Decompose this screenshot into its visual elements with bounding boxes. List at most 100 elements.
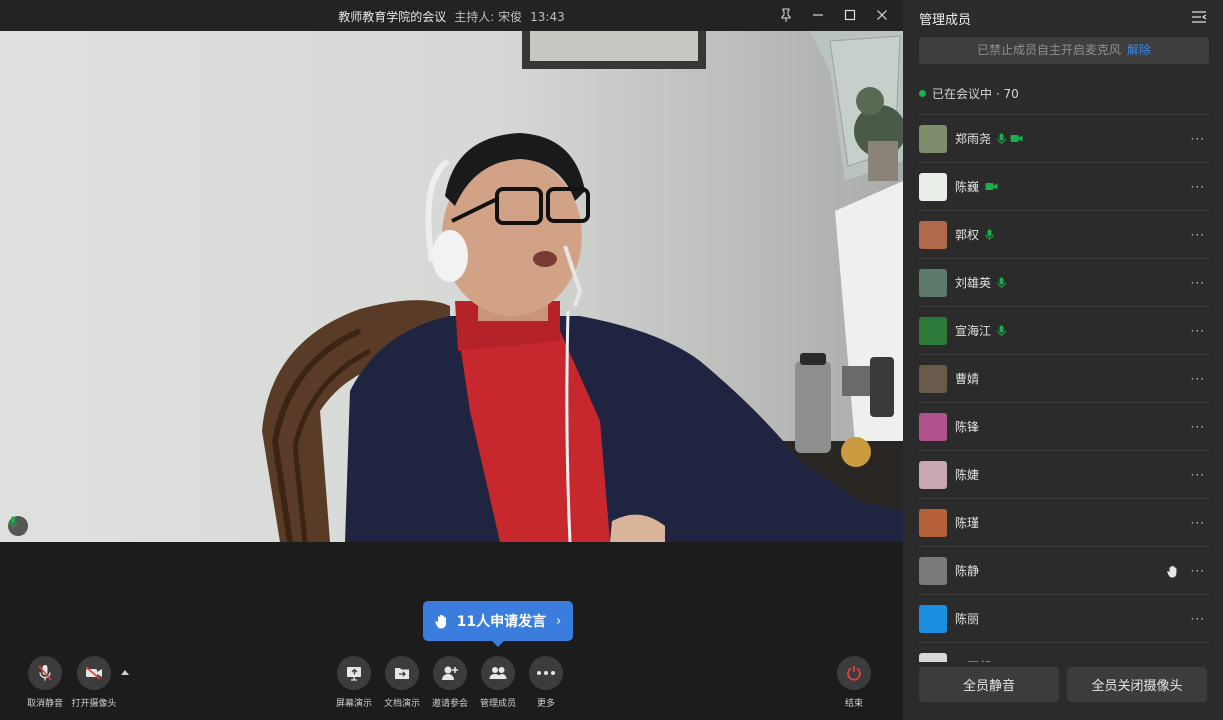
meeting-time: 13:43 [530,10,565,24]
mute-all-button[interactable]: 全员静音 [919,667,1059,702]
member-more-button[interactable]: ··· [1191,228,1205,242]
member-status-icons [985,229,994,241]
speaker-video-frame [0,31,903,542]
member-row[interactable]: 丁正邦 ··· [919,642,1209,662]
mic-on-icon [997,133,1006,144]
member-status-icons [997,277,1006,289]
avatar [919,268,947,297]
mic-muted-icon [38,665,52,681]
mic-restriction-notice: 已禁止成员自主开启麦克风 解除 [919,37,1209,64]
member-row[interactable]: 郭权 ··· [919,210,1209,258]
more-horizontal-icon [537,671,555,675]
in-meeting-count: 已在会议中 · 70 [919,85,1019,102]
more-button[interactable]: 更多 [518,656,574,709]
unmute-label: 取消静音 [26,699,63,709]
mic-restriction-text: 已禁止成员自主开启麦克风 [976,43,1121,57]
member-row[interactable]: 郑雨尧 ··· [919,114,1209,162]
member-row[interactable]: 陈丽 ··· [919,594,1209,642]
mic-on-icon [997,325,1006,336]
camera-options-caret-icon[interactable] [121,670,129,675]
close-button[interactable] [867,4,897,26]
meeting-info: 教师教育学院的会议 主持人: 宋俊 13:43 [0,8,903,25]
member-more-button[interactable]: ··· [1191,612,1205,626]
online-status-dot [919,90,926,97]
video-feed [0,31,903,542]
hand-icon [434,614,446,628]
member-name: 宣海江 [955,324,992,338]
raise-hand-count-text: 11人申请发言 [456,614,547,630]
avatar [919,412,947,441]
power-icon [847,666,861,681]
end-meeting-label: 结束 [844,699,863,709]
member-row[interactable]: 刘雄英 ··· [919,258,1209,306]
speaker-mic-indicator [8,516,28,536]
avatar [919,556,947,585]
collapse-panel-button[interactable] [1191,9,1207,28]
end-meeting-button[interactable]: 结束 [826,656,882,709]
maximize-button[interactable] [835,4,865,26]
member-name: 陈瑾 [955,516,980,530]
document-share-icon [395,668,409,679]
panel-collapse-icon [1192,11,1207,23]
manage-members-panel: 管理成员 已禁止成员自主开启麦克风 解除 已在会议中 · 70 郑雨尧 ··· 陈巍 ·… [903,0,1223,720]
member-name: 郭权 [955,228,980,242]
minimize-icon [813,14,823,16]
member-more-button[interactable]: ··· [1191,564,1205,578]
member-name: 陈巍 [955,180,980,194]
mic-on-icon [997,277,1006,288]
mic-on-icon [985,229,994,240]
member-more-button[interactable]: ··· [1191,660,1205,662]
panel-title: 管理成员 [919,13,972,28]
screen-share-icon [347,666,361,681]
member-row[interactable]: 陈巍 ··· [919,162,1209,210]
turn-off-all-cameras-button[interactable]: 全员关闭摄像头 [1067,667,1207,702]
minimize-button[interactable] [803,4,833,26]
camera-label: 打开摄像头 [71,699,117,709]
member-more-button[interactable]: ··· [1191,468,1205,482]
avatar [919,652,947,662]
host-label: 主持人: 宋俊 [454,10,523,24]
camera-on-icon [1010,135,1023,142]
member-more-button[interactable]: ··· [1191,276,1205,290]
member-row[interactable]: 陈静 ··· [919,546,1209,594]
member-more-button[interactable]: ··· [1191,420,1205,434]
member-more-button[interactable]: ··· [1191,180,1205,194]
unmute-button[interactable]: 取消静音 [17,656,73,709]
member-name: 陈婕 [955,468,980,482]
add-user-icon [442,666,458,680]
meeting-area: 教师教育学院的会议 主持人: 宋俊 13:43 11人申请发言 › 取消静音 打… [0,0,903,720]
member-status-icons [997,325,1006,337]
avatar [919,124,947,153]
in-meeting-count-text: 已在会议中 · 70 [932,87,1019,101]
chevron-right-icon: › [556,613,562,629]
member-more-button[interactable]: ··· [1191,372,1205,386]
pin-button[interactable] [771,4,801,26]
members-icon [489,667,507,679]
more-label: 更多 [536,699,555,709]
raise-hand-requests-button[interactable]: 11人申请发言 › [423,601,573,647]
member-row[interactable]: 陈婕 ··· [919,450,1209,498]
member-row[interactable]: 曹婧 ··· [919,354,1209,402]
close-icon [877,10,887,20]
member-status-icons [997,133,1023,145]
member-row[interactable]: 陈瑾 ··· [919,498,1209,546]
camera-toggle-button[interactable]: 打开摄像头 [66,656,122,709]
member-status-icons [985,182,998,191]
member-row[interactable]: 宣海江 ··· [919,306,1209,354]
member-name: 郑雨尧 [955,132,992,146]
lift-restriction-link[interactable]: 解除 [1127,43,1151,57]
avatar [919,172,947,201]
member-name: 陈静 [955,564,980,578]
title-bar: 教师教育学院的会议 主持人: 宋俊 13:43 [0,0,903,31]
member-name: 丁正邦 [955,658,991,662]
member-more-button[interactable]: ··· [1191,324,1205,338]
member-row[interactable]: 陈锋 ··· [919,402,1209,450]
maximize-icon [844,9,856,21]
member-more-button[interactable]: ··· [1191,132,1205,146]
member-list[interactable]: 郑雨尧 ··· 陈巍 ··· 郭权 ··· 刘雄英 ··· 宣海江 ··· 曹婧 ··· 陈锋 ··· 陈婕… [919,114,1209,662]
meeting-name: 教师教育学院的会议 [338,10,447,24]
raised-hand-icon [1167,565,1177,578]
mic-icon [8,516,18,528]
member-name: 曹婧 [955,372,980,386]
member-more-button[interactable]: ··· [1191,516,1205,530]
